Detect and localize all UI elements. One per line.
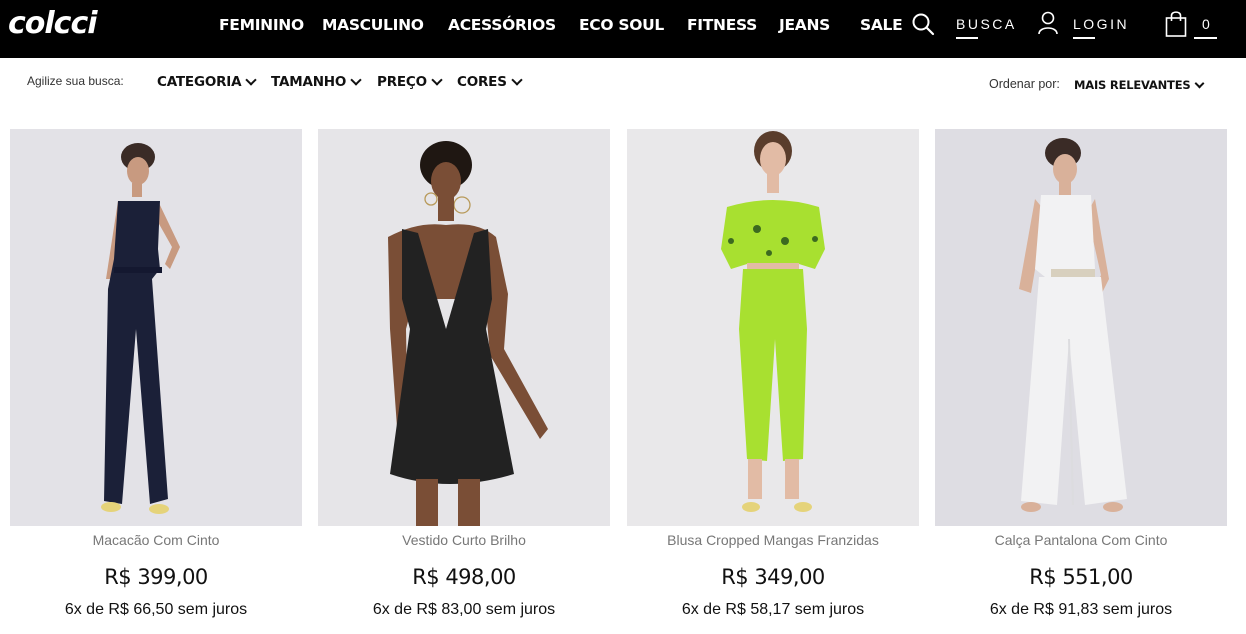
login-label[interactable]: LOGIN — [1073, 16, 1129, 32]
filter-preco[interactable]: PREÇO — [377, 74, 443, 90]
product-price: R$ 399,00 — [104, 565, 208, 589]
product-image[interactable] — [935, 129, 1227, 526]
user-icon[interactable] — [1037, 11, 1059, 35]
nav-item-acessorios[interactable]: ACESSÓRIOS — [448, 16, 556, 34]
cart-underline — [1194, 37, 1217, 39]
chevron-down-icon — [511, 74, 523, 86]
filter-cores-label: CORES — [457, 74, 507, 90]
filter-tamanho-label: TAMANHO — [271, 74, 347, 90]
product-name[interactable]: Vestido Curto Brilho — [318, 532, 610, 548]
product-image[interactable] — [627, 129, 919, 526]
product-image[interactable] — [10, 129, 302, 526]
product-name[interactable]: Macacão Com Cinto — [10, 532, 302, 548]
cart-count[interactable]: 0 — [1202, 16, 1210, 32]
site-header: colcci FEMININO MASCULINO ACESSÓRIOS ECO… — [0, 0, 1246, 58]
product-price: R$ 551,00 — [1029, 565, 1133, 589]
nav-item-jeans[interactable]: JEANS — [779, 16, 830, 34]
nav-item-eco-soul[interactable]: ECO SOUL — [579, 16, 664, 34]
product-installment: 6x de R$ 66,50 sem juros — [64, 601, 248, 618]
chevron-down-icon — [1194, 78, 1205, 88]
product-name[interactable]: Calça Pantalona Com Cinto — [935, 532, 1227, 548]
product-card[interactable]: Calça Pantalona Com Cinto R$ 551,00 6x d… — [935, 129, 1227, 634]
brand-logo[interactable]: colcci — [8, 6, 98, 42]
nav-item-fitness[interactable]: FITNESS — [687, 16, 757, 34]
sort-value: MAIS RELEVANTES — [1074, 78, 1191, 92]
chevron-down-icon — [350, 74, 362, 86]
product-installment: 6x de R$ 83,00 sem juros — [372, 601, 556, 618]
login-underline — [1073, 37, 1095, 39]
product-card[interactable]: Macacão Com Cinto R$ 399,00 6x de R$ 66,… — [10, 129, 302, 634]
filter-categoria-label: CATEGORIA — [157, 74, 242, 90]
product-card[interactable]: Vestido Curto Brilho R$ 498,00 6x de R$ … — [318, 129, 610, 634]
nav-item-sale[interactable]: SALE — [860, 16, 903, 34]
filter-cores[interactable]: CORES — [457, 74, 523, 90]
nav-item-feminino[interactable]: FEMININO — [219, 16, 304, 34]
sort-label: Ordenar por: — [989, 77, 1060, 91]
chevron-down-icon — [431, 74, 443, 86]
search-icon[interactable] — [911, 12, 935, 36]
search-underline — [956, 37, 978, 39]
product-price: R$ 498,00 — [412, 565, 516, 589]
search-label[interactable]: BUSCA — [956, 16, 1017, 32]
product-installment: 6x de R$ 91,83 sem juros — [989, 601, 1173, 618]
chevron-down-icon — [245, 74, 258, 86]
filter-categoria[interactable]: CATEGORIA — [157, 74, 258, 90]
sort-dropdown[interactable]: MAIS RELEVANTES — [1074, 78, 1205, 92]
shopping-bag-icon[interactable] — [1165, 10, 1187, 38]
filter-tamanho[interactable]: TAMANHO — [271, 74, 362, 90]
filter-hint: Agilize sua busca: — [27, 74, 124, 88]
filter-bar: Agilize sua busca: CATEGORIA TAMANHO PRE… — [0, 58, 1246, 114]
product-price: R$ 349,00 — [721, 565, 825, 589]
filter-preco-label: PREÇO — [377, 74, 427, 90]
product-image[interactable] — [318, 129, 610, 526]
product-installment: 6x de R$ 58,17 sem juros — [681, 601, 865, 618]
nav-item-masculino[interactable]: MASCULINO — [322, 16, 424, 34]
product-card[interactable]: Blusa Cropped Mangas Franzidas R$ 349,00… — [627, 129, 919, 634]
product-name[interactable]: Blusa Cropped Mangas Franzidas — [627, 532, 919, 548]
